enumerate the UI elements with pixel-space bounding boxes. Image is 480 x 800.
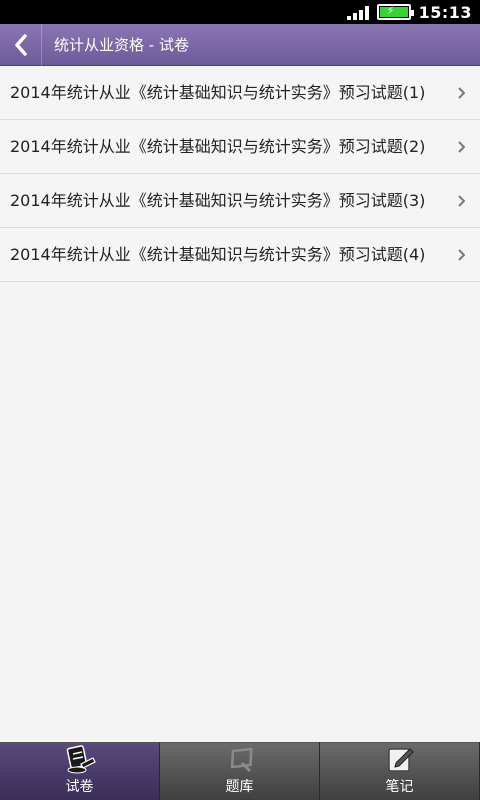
list-item-label: 2014年统计从业《统计基础知识与统计实务》预习试题(2) xyxy=(10,137,426,156)
page-title: 统计从业资格 - 试卷 xyxy=(54,36,189,54)
list-item[interactable]: 2014年统计从业《统计基础知识与统计实务》预习试题(1) xyxy=(0,66,480,120)
tab-exam[interactable]: 试卷 xyxy=(0,742,160,800)
chevron-right-icon xyxy=(454,194,468,207)
tab-question-bank-label: 题库 xyxy=(225,779,254,795)
header-bar: 统计从业资格 - 试卷 xyxy=(0,23,480,66)
exam-list: 2014年统计从业《统计基础知识与统计实务》预习试题(1) 2014年统计从业《… xyxy=(0,66,480,282)
list-item-label: 2014年统计从业《统计基础知识与统计实务》预习试题(4) xyxy=(10,245,426,264)
chevron-right-icon xyxy=(454,140,468,153)
list-item-label: 2014年统计从业《统计基础知识与统计实务》预习试题(3) xyxy=(10,191,426,210)
status-icons: ⚡ 15:13 xyxy=(346,0,472,24)
status-time: 15:13 xyxy=(418,2,472,22)
tab-exam-label: 试卷 xyxy=(65,779,94,795)
chevron-right-icon xyxy=(454,248,468,261)
chevron-right-icon xyxy=(454,86,468,99)
back-button[interactable] xyxy=(0,23,42,66)
bottom-tab-bar: 试卷 题库 笔记 xyxy=(0,742,480,800)
note-icon xyxy=(384,744,416,774)
battery-icon: ⚡ xyxy=(376,4,414,20)
list-item[interactable]: 2014年统计从业《统计基础知识与统计实务》预习试题(3) xyxy=(0,174,480,228)
exam-paper-icon xyxy=(63,744,97,774)
tab-notes[interactable]: 笔记 xyxy=(320,742,480,800)
question-bank-icon xyxy=(224,744,256,774)
list-item[interactable]: 2014年统计从业《统计基础知识与统计实务》预习试题(4) xyxy=(0,228,480,282)
signal-icon xyxy=(346,4,369,20)
list-item-label: 2014年统计从业《统计基础知识与统计实务》预习试题(1) xyxy=(10,83,426,102)
back-arrow-icon xyxy=(14,33,27,56)
list-item[interactable]: 2014年统计从业《统计基础知识与统计实务》预习试题(2) xyxy=(0,120,480,174)
tab-question-bank[interactable]: 题库 xyxy=(160,742,320,800)
tab-notes-label: 笔记 xyxy=(385,779,414,795)
status-bar: ⚡ 15:13 xyxy=(0,0,480,24)
